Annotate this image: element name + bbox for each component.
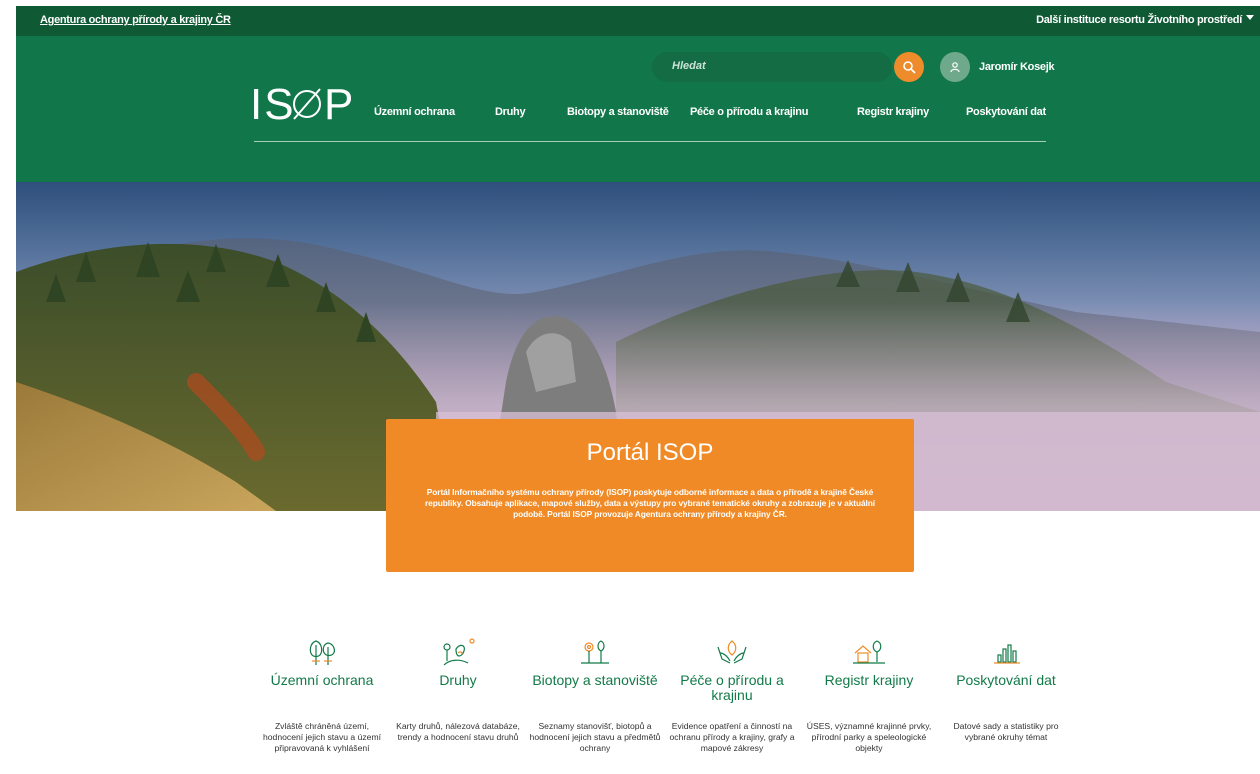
header-divider <box>254 141 1046 142</box>
data-chart-icon <box>994 644 1020 664</box>
user-icon <box>950 62 960 73</box>
category-title: Registr krajiny <box>824 672 914 688</box>
hero-card: Portál ISOP Portál Informačního systému … <box>386 419 914 572</box>
svg-text:P: P <box>324 82 355 126</box>
category-uzemni-ochrana[interactable]: Územní ochrana Zvláště chráněná území, h… <box>254 637 390 753</box>
ministry-institutions-link[interactable]: Další instituce resortu Životního prostř… <box>1036 14 1242 26</box>
hero-title: Portál ISOP <box>586 439 714 466</box>
habitat-icon <box>581 640 609 664</box>
landscape-register-icon <box>853 640 885 664</box>
nav-item-biotopy[interactable]: Biotopy a stanoviště <box>567 106 669 118</box>
nav-item-poskytovani-dat[interactable]: Poskytování dat <box>966 106 1046 118</box>
species-icon <box>443 638 475 666</box>
top-bar: Agentura ochrany přírody a krajiny ČR Da… <box>16 6 1260 36</box>
category-registr-krajiny[interactable]: Registr krajiny ÚSES, významné krajinné … <box>801 637 937 753</box>
category-title: Poskytování dat <box>956 672 1056 688</box>
category-description: Karty druhů, nálezová databáze, trendy a… <box>396 721 520 742</box>
care-hands-icon <box>717 640 747 664</box>
agency-link[interactable]: Agentura ochrany přírody a krajiny ČR <box>40 14 231 26</box>
category-description: ÚSES, významné krajinné prvky, přírodní … <box>806 721 932 753</box>
nav-item-registr-krajiny[interactable]: Registr krajiny <box>857 106 929 118</box>
nav-item-uzemni-ochrana[interactable]: Územní ochrana <box>374 106 455 118</box>
user-avatar[interactable] <box>940 52 970 82</box>
nav-item-druhy[interactable]: Druhy <box>495 106 526 118</box>
category-poskytovani-dat[interactable]: Poskytování dat Datové sady a statistiky… <box>938 637 1074 742</box>
search-input[interactable]: Hledat <box>652 52 892 82</box>
user-name[interactable]: Jaromír Kosejk <box>979 61 1055 73</box>
site-header: Hledat Jaromír Kosejk IS P Územní ochran… <box>16 36 1260 182</box>
hero-description: Portál Informačního systému ochrany přír… <box>424 487 875 519</box>
category-description: Datové sady a statistiky pro vybrané okr… <box>953 721 1059 742</box>
category-title: Územní ochrana <box>270 672 374 688</box>
category-title: Péče o přírodu a krajinu <box>680 672 784 703</box>
search-icon <box>903 61 916 74</box>
category-description: Seznamy stanovišť, biotopů a hodnocení j… <box>529 721 661 753</box>
nav-item-pece[interactable]: Péče o přírodu a krajinu <box>690 106 808 118</box>
search-placeholder: Hledat <box>672 60 706 72</box>
chevron-down-icon[interactable] <box>1246 15 1254 20</box>
category-druhy[interactable]: Druhy Karty druhů, nálezová databáze, tr… <box>390 637 526 742</box>
category-title: Druhy <box>439 672 477 688</box>
isop-logo-mark: IS P <box>250 82 355 126</box>
category-title: Biotopy a stanoviště <box>532 672 658 688</box>
isop-logo[interactable]: IS P <box>250 82 360 126</box>
category-description: Evidence opatření a činností na ochranu … <box>669 721 795 753</box>
category-description: Zvláště chráněná území, hodnocení jejich… <box>263 721 381 753</box>
trees-icon <box>309 640 335 665</box>
search-button[interactable] <box>894 52 924 82</box>
svg-text:IS: IS <box>250 82 296 126</box>
category-pece[interactable]: Péče o přírodu a krajinu Evidence opatře… <box>664 637 800 753</box>
page: Agentura ochrany přírody a krajiny ČR Da… <box>16 6 1260 774</box>
category-biotopy[interactable]: Biotopy a stanoviště Seznamy stanovišť, … <box>527 637 663 753</box>
